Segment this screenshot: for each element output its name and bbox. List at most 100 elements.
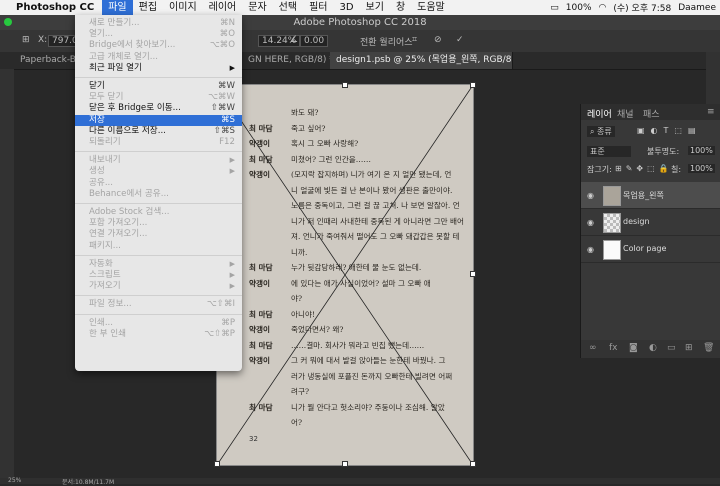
file-menu-item[interactable]: Adobe Stock 검색... bbox=[75, 207, 242, 218]
link-icon[interactable]: ∞ bbox=[589, 343, 597, 353]
mask-icon[interactable]: ◙ bbox=[629, 343, 638, 353]
file-menu-item[interactable]: 자동화 ▶ bbox=[75, 259, 242, 270]
x-label: X: bbox=[38, 35, 48, 45]
zoom-level[interactable]: 25% bbox=[8, 477, 21, 484]
menu-9[interactable]: 창 bbox=[390, 0, 411, 15]
tab-channels[interactable]: 채널 bbox=[617, 107, 634, 120]
blend-mode-select[interactable]: 표준 bbox=[587, 146, 631, 157]
file-menu-item[interactable]: 스크립트 ▶ bbox=[75, 270, 242, 281]
file-menu-item[interactable]: 최근 파일 열기 ▶ bbox=[75, 63, 242, 74]
window-zoom-button[interactable] bbox=[4, 18, 12, 26]
layer-row[interactable]: ◉ Color page bbox=[581, 236, 720, 263]
menu-0[interactable]: 파일 bbox=[102, 0, 133, 15]
clock[interactable]: (수) 오후 7:58 bbox=[613, 1, 671, 14]
layer-name: Color page bbox=[623, 244, 667, 253]
reference-point-icon[interactable]: ⊞ bbox=[22, 35, 30, 45]
battery-icon[interactable]: ▭ bbox=[550, 3, 559, 13]
fill-field[interactable]: 100% bbox=[688, 164, 715, 173]
right-panel-strip[interactable] bbox=[706, 52, 720, 112]
file-menu-item[interactable]: 닫은 후 Bridge로 이동... ⇧⌘W bbox=[75, 103, 242, 114]
file-menu-item[interactable]: 새로 만들기... ⌘N bbox=[75, 18, 242, 29]
tab-design1[interactable]: design1.psb @ 25% (목업용_왼쪽, RGB/8) bbox=[330, 52, 513, 69]
tab-layers[interactable]: 레이어 bbox=[587, 107, 612, 120]
mac-menubar: Photoshop CC 파일 편집 이미지 레이어 문자 선택 필터 3D 보기 창 도움말 ▭ … bbox=[0, 0, 720, 15]
file-menu-item[interactable]: 공유... bbox=[75, 178, 242, 189]
filter-icons[interactable]: ▣◐T⬚▤ bbox=[637, 126, 702, 135]
transform-handle-bc[interactable] bbox=[342, 461, 348, 467]
menu-3[interactable]: 레이어 bbox=[203, 0, 243, 15]
transform-handle-tr[interactable] bbox=[470, 82, 476, 88]
panel-menu-icon[interactable]: ≡ bbox=[707, 107, 715, 117]
lock-icons[interactable]: ⊞✎✥⬚🔒 bbox=[615, 164, 673, 173]
menu-4[interactable]: 문자 bbox=[242, 0, 272, 15]
menu-2[interactable]: 이미지 bbox=[163, 0, 203, 15]
file-menu-item[interactable]: 되돌리기 F12 bbox=[75, 137, 242, 148]
menu-item-label: 자동화 bbox=[89, 258, 113, 269]
menu-item-label: 닫기 bbox=[89, 81, 105, 91]
menu-1[interactable]: 편집 bbox=[133, 0, 163, 15]
visibility-eye-icon[interactable]: ◉ bbox=[587, 218, 594, 227]
menu-separator bbox=[75, 203, 242, 204]
visibility-eye-icon[interactable]: ◉ bbox=[587, 245, 594, 254]
file-menu-item[interactable]: 가져오기 ▶ bbox=[75, 281, 242, 292]
cancel-icon[interactable]: ⊘ bbox=[434, 35, 442, 45]
tab-paths[interactable]: 패스 bbox=[643, 107, 660, 120]
file-menu-item[interactable]: 패키지... bbox=[75, 241, 242, 252]
menu-item-label: 되돌리기 bbox=[89, 137, 121, 147]
visibility-eye-icon[interactable]: ◉ bbox=[587, 191, 594, 200]
layer-name: design bbox=[623, 217, 650, 226]
menu-item-label: 공유... bbox=[89, 177, 114, 188]
rotate-field[interactable]: 0.00 bbox=[300, 35, 329, 47]
menu-8[interactable]: 보기 bbox=[360, 0, 390, 15]
file-menu-item[interactable]: 포함 가져오기... bbox=[75, 218, 242, 229]
file-menu-item[interactable]: 저장 ⌘S bbox=[75, 114, 242, 126]
fx-icon[interactable]: fx bbox=[609, 343, 618, 353]
transform-handle-mr[interactable] bbox=[470, 271, 476, 277]
layer-thumbnail bbox=[603, 213, 621, 233]
layer-kind-select[interactable]: ⌕ 종류 bbox=[587, 126, 615, 137]
file-menu-item[interactable]: 모두 닫기 ⌥⌘W bbox=[75, 92, 242, 103]
wifi-icon[interactable]: ◠ bbox=[599, 3, 607, 13]
document-page[interactable]: 봐도 돼? 최 마담 죽고 싶어? 약갱이 혹시 그 오빠 사랑해? 최 마담 미쳤어? 그… bbox=[216, 84, 474, 466]
menu-item-label: 다른 이름으로 저장... bbox=[89, 125, 166, 136]
menu-10[interactable]: 도움말 bbox=[411, 0, 451, 15]
file-menu-item[interactable]: 닫기 ⌘W bbox=[75, 81, 242, 92]
tab-design[interactable]: GN HERE, RGB/8) * bbox=[242, 52, 333, 69]
file-menu-item[interactable]: 파일 정보... ⌥⇧⌘I bbox=[75, 299, 242, 310]
trash-icon[interactable]: 🗑 bbox=[703, 343, 714, 353]
interpolation-select[interactable]: 전환 월리어스 bbox=[360, 35, 413, 48]
file-menu-item[interactable]: 인쇄... ⌘P bbox=[75, 318, 242, 329]
tab-label: design1.psb @ 25% (목업용_왼쪽, RGB/8) bbox=[336, 55, 513, 65]
file-menu-item[interactable]: 내보내기 ▶ bbox=[75, 155, 242, 166]
submenu-arrow-icon: ▶ bbox=[229, 63, 235, 72]
new-layer-icon[interactable]: ⊞ bbox=[685, 343, 693, 353]
file-menu-item[interactable]: 열기... ⌘O bbox=[75, 29, 242, 40]
file-menu-item[interactable]: 다른 이름으로 저장... ⇧⌘S bbox=[75, 126, 242, 137]
warp-icon[interactable]: ⌗ bbox=[412, 35, 417, 45]
menu-6[interactable]: 필터 bbox=[303, 0, 333, 15]
transform-handle-br[interactable] bbox=[470, 461, 476, 467]
file-menu-item[interactable]: 고급 개체로 열기... bbox=[75, 52, 242, 63]
file-menu-item[interactable]: 생성 ▶ bbox=[75, 166, 242, 177]
layer-row[interactable]: ◉ design bbox=[581, 209, 720, 236]
document-size[interactable]: 문서:10.8M/11.7M bbox=[62, 477, 114, 486]
user-name[interactable]: Daamee bbox=[678, 3, 716, 13]
transform-handle-bl[interactable] bbox=[214, 461, 220, 467]
file-menu-item[interactable]: Bridge에서 찾아보기... ⌥⌘O bbox=[75, 40, 242, 51]
file-menu-item[interactable]: 연결 가져오기... bbox=[75, 229, 242, 240]
opacity-field[interactable]: 100% bbox=[688, 146, 715, 155]
layers-panel-tabs: 레이어 채널 패스 ≡ bbox=[581, 104, 720, 120]
menu-5[interactable]: 선택 bbox=[273, 0, 303, 15]
menu-item-label: 고급 개체로 열기... bbox=[89, 51, 159, 62]
file-menu-item[interactable]: Behance에서 공유... bbox=[75, 189, 242, 200]
layer-row[interactable]: ◉ 목업용_왼쪽 bbox=[581, 182, 720, 209]
commit-icon[interactable]: ✓ bbox=[456, 35, 464, 45]
app-name[interactable]: Photoshop CC bbox=[16, 2, 94, 13]
folder-icon[interactable]: ▭ bbox=[667, 343, 676, 353]
adjustment-icon[interactable]: ◐ bbox=[649, 343, 657, 353]
transform-handle-tc[interactable] bbox=[342, 82, 348, 88]
file-menu-item[interactable]: 한 부 인쇄 ⌥⇧⌘P bbox=[75, 329, 242, 340]
menu-7[interactable]: 3D bbox=[333, 0, 359, 15]
menubar-status: ▭ 100% ◠ (수) 오후 7:58 Daamee bbox=[550, 1, 720, 15]
menu-separator bbox=[75, 295, 242, 297]
